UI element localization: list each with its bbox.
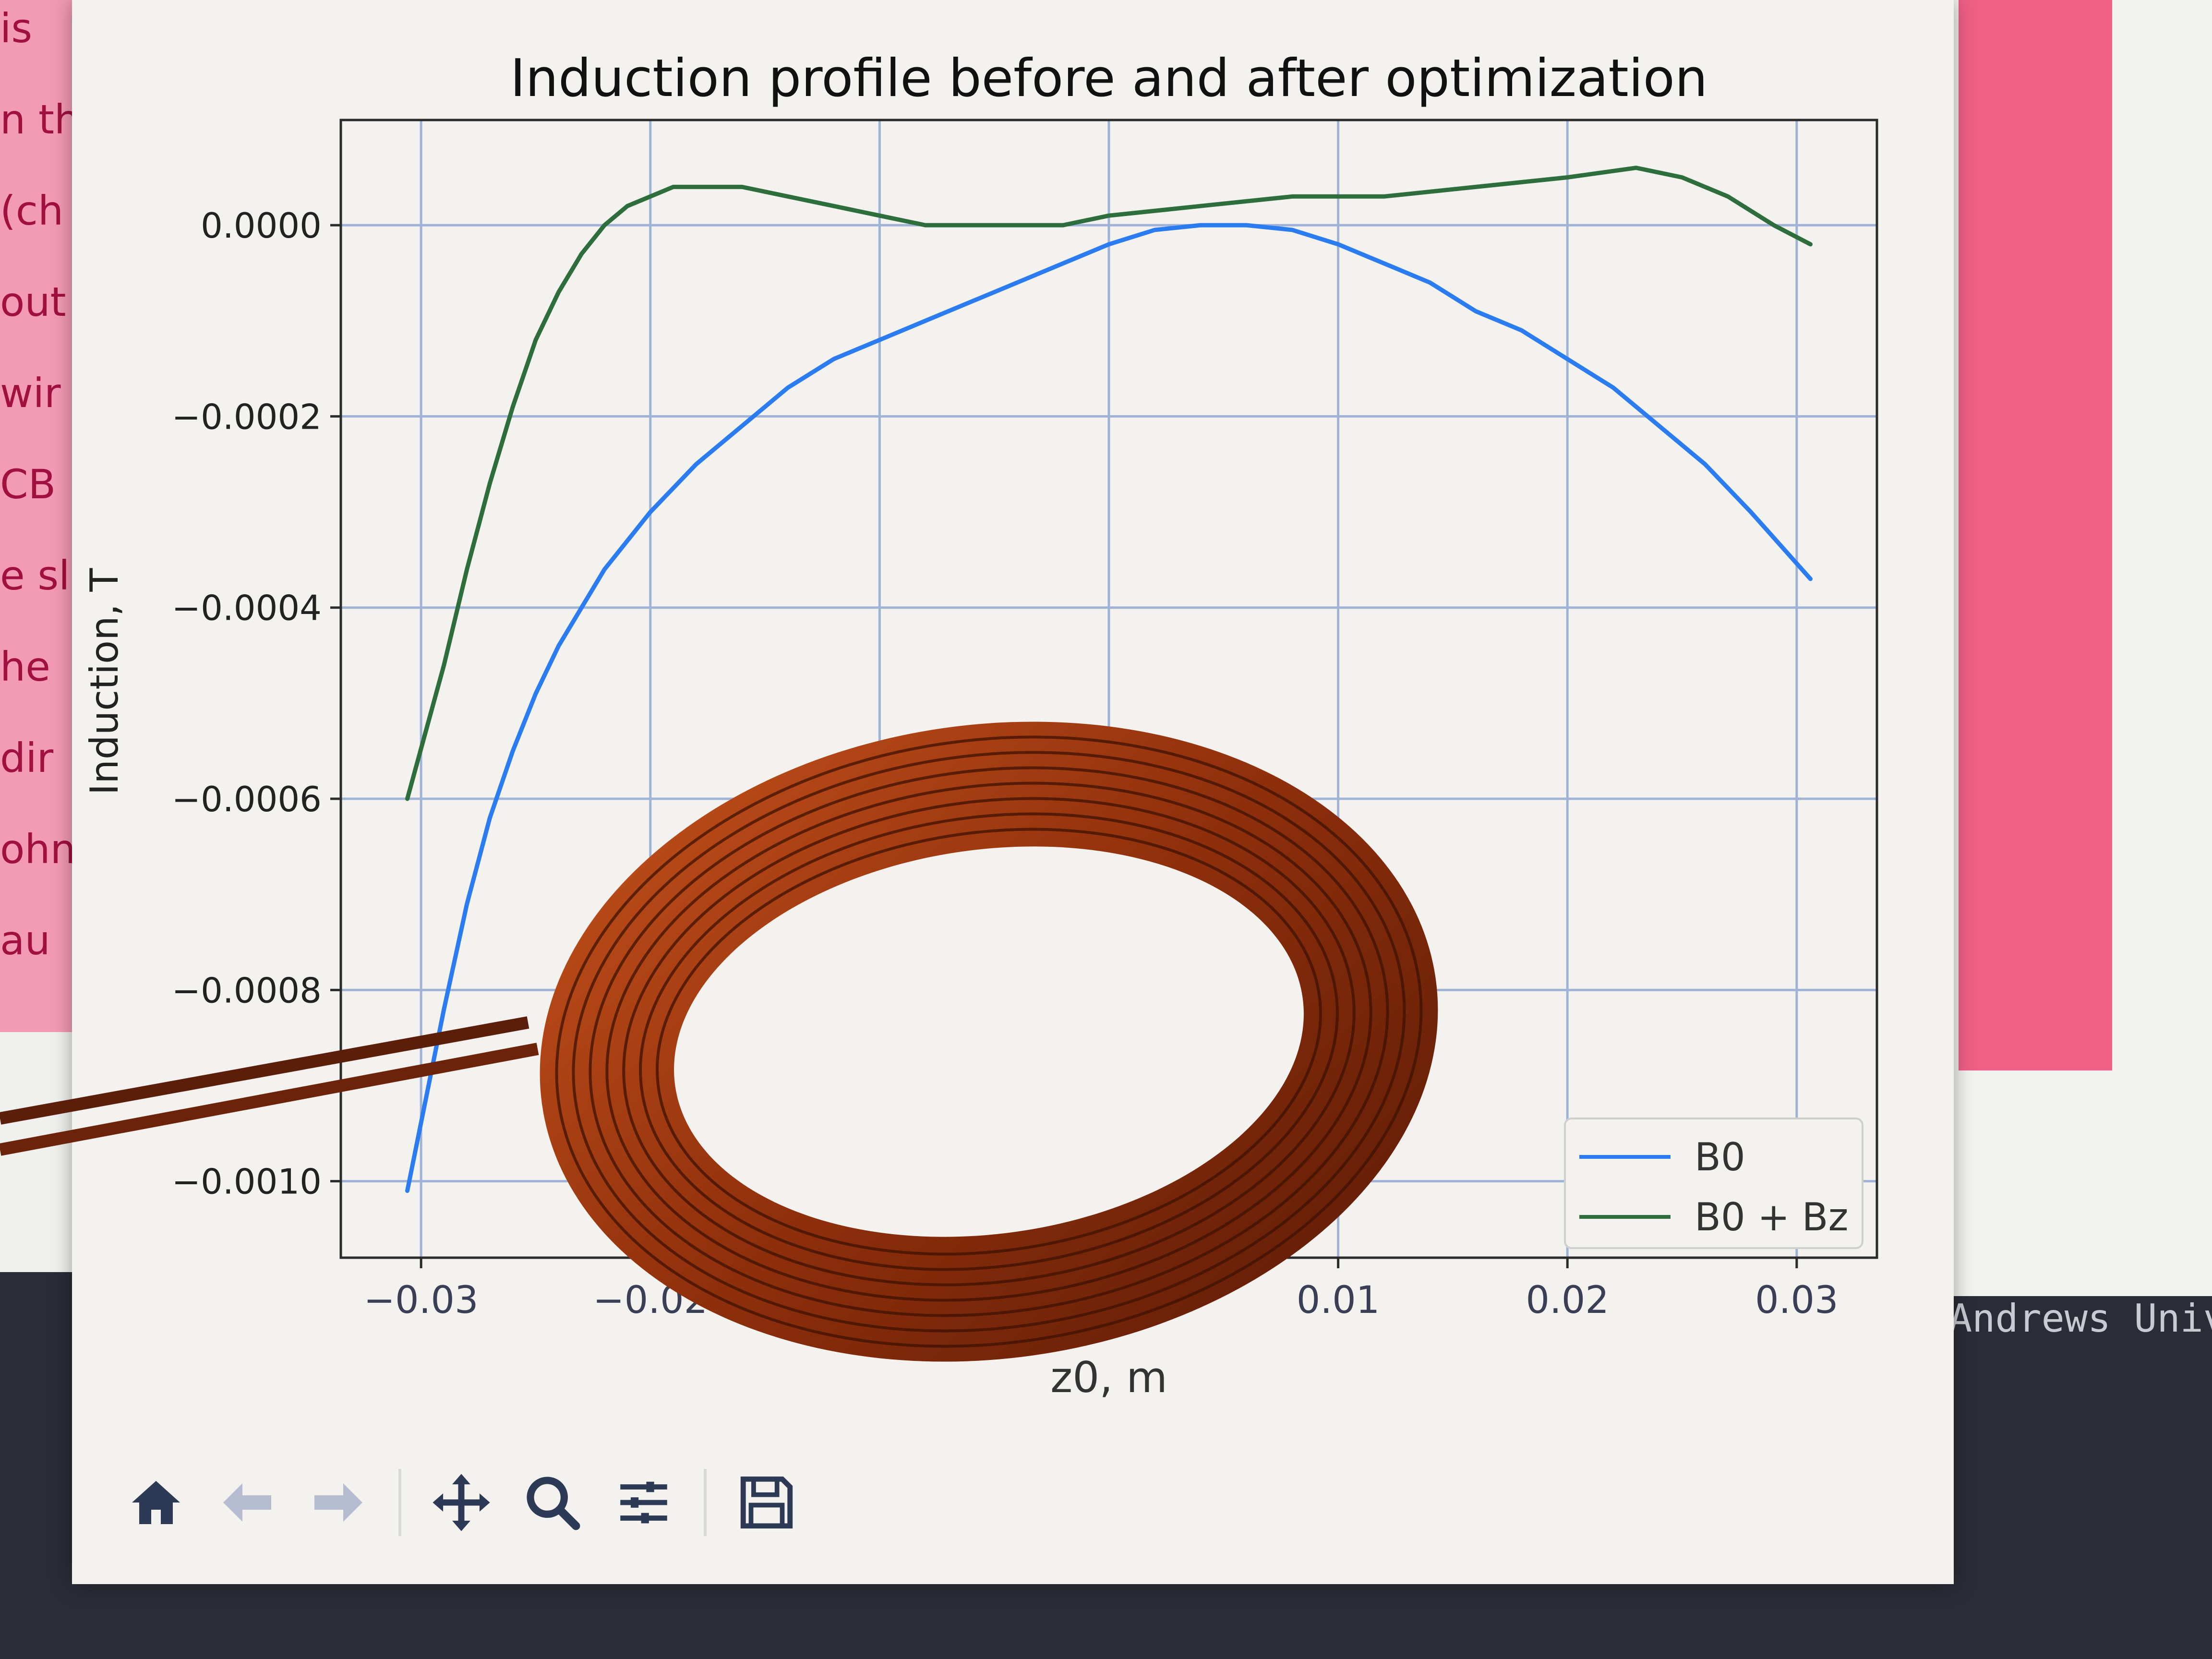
forward-button[interactable] xyxy=(302,1467,374,1539)
background-text-fragment: e sl xyxy=(0,552,70,599)
home-button[interactable] xyxy=(120,1467,192,1539)
background-pink-panel-right xyxy=(1959,0,2112,1070)
y-tick-label: −0.0010 xyxy=(172,1162,322,1202)
background-pink-panel-left xyxy=(0,0,82,1032)
save-button[interactable] xyxy=(731,1467,803,1539)
pan-button[interactable] xyxy=(425,1467,497,1539)
zoom-button[interactable] xyxy=(517,1467,589,1539)
y-tick-label: −0.0006 xyxy=(172,779,322,819)
save-icon xyxy=(740,1476,793,1529)
background-text-fragment: (ch xyxy=(0,187,64,234)
x-axis-ticks: −0.03 −0.02 −0.01 0.00 0.01 0.02 0.03 xyxy=(364,1258,1839,1322)
toolbar-separator xyxy=(398,1469,401,1536)
chart-title: Induction profile before and after optim… xyxy=(510,48,1708,108)
navigation-toolbar xyxy=(120,1459,803,1546)
y-tick-label: −0.0008 xyxy=(172,970,322,1010)
background-text-fragment: CB xyxy=(0,461,56,508)
toolbar-separator xyxy=(704,1469,707,1536)
x-tick-label: −0.03 xyxy=(364,1279,479,1322)
background-text-fragment: n th xyxy=(0,96,80,143)
grid-lines xyxy=(341,120,1877,1258)
background-text-fragment: au xyxy=(0,917,50,964)
y-tick-label: 0.0000 xyxy=(201,205,322,246)
background-text-fragment: dir xyxy=(0,734,54,781)
figure-window: −0.03 −0.02 −0.01 0.00 0.01 0.02 0.03 0.0000 −0… xyxy=(72,0,1954,1584)
y-tick-label: −0.0002 xyxy=(172,397,322,437)
x-tick-label: −0.02 xyxy=(593,1279,708,1322)
y-axis-ticks: 0.0000 −0.0002 −0.0004 −0.0006 −0.0008 −0.001… xyxy=(172,205,341,1202)
line-chart: −0.03 −0.02 −0.01 0.00 0.01 0.02 0.03 0.0000 −0… xyxy=(82,48,1878,1402)
x-tick-label: −0.01 xyxy=(822,1279,937,1322)
background-text-fragment-right: Andrews Univ xyxy=(1949,1296,2212,1341)
legend-label-b0-bz: B0 + Bz xyxy=(1695,1195,1849,1239)
background-text-fragment: ohn xyxy=(0,826,76,873)
back-button[interactable] xyxy=(211,1467,283,1539)
zoom-icon xyxy=(527,1477,580,1530)
background-text-fragment: out xyxy=(0,278,66,325)
configure-subplots-icon xyxy=(620,1481,667,1524)
background-text-fragment: he xyxy=(0,643,50,690)
legend-label-b0: B0 xyxy=(1695,1135,1745,1179)
pan-icon xyxy=(433,1474,490,1531)
background-text-fragment: wir xyxy=(0,370,61,417)
x-tick-label: 0.00 xyxy=(1067,1279,1151,1322)
home-icon xyxy=(132,1481,180,1524)
x-axis-label: z0, m xyxy=(1050,1353,1167,1402)
y-axis-label: Induction, T xyxy=(82,568,127,795)
y-tick-label: −0.0004 xyxy=(172,588,322,628)
back-arrow-icon xyxy=(223,1483,271,1522)
legend: B0 B0 + Bz xyxy=(1564,1118,1863,1249)
x-tick-label: 0.01 xyxy=(1297,1279,1380,1322)
forward-arrow-icon xyxy=(314,1483,362,1522)
x-tick-label: 0.02 xyxy=(1526,1279,1609,1322)
background-text-fragment: is xyxy=(0,5,33,52)
x-tick-label: 0.03 xyxy=(1755,1279,1839,1322)
configure-subplots-button[interactable] xyxy=(608,1467,680,1539)
